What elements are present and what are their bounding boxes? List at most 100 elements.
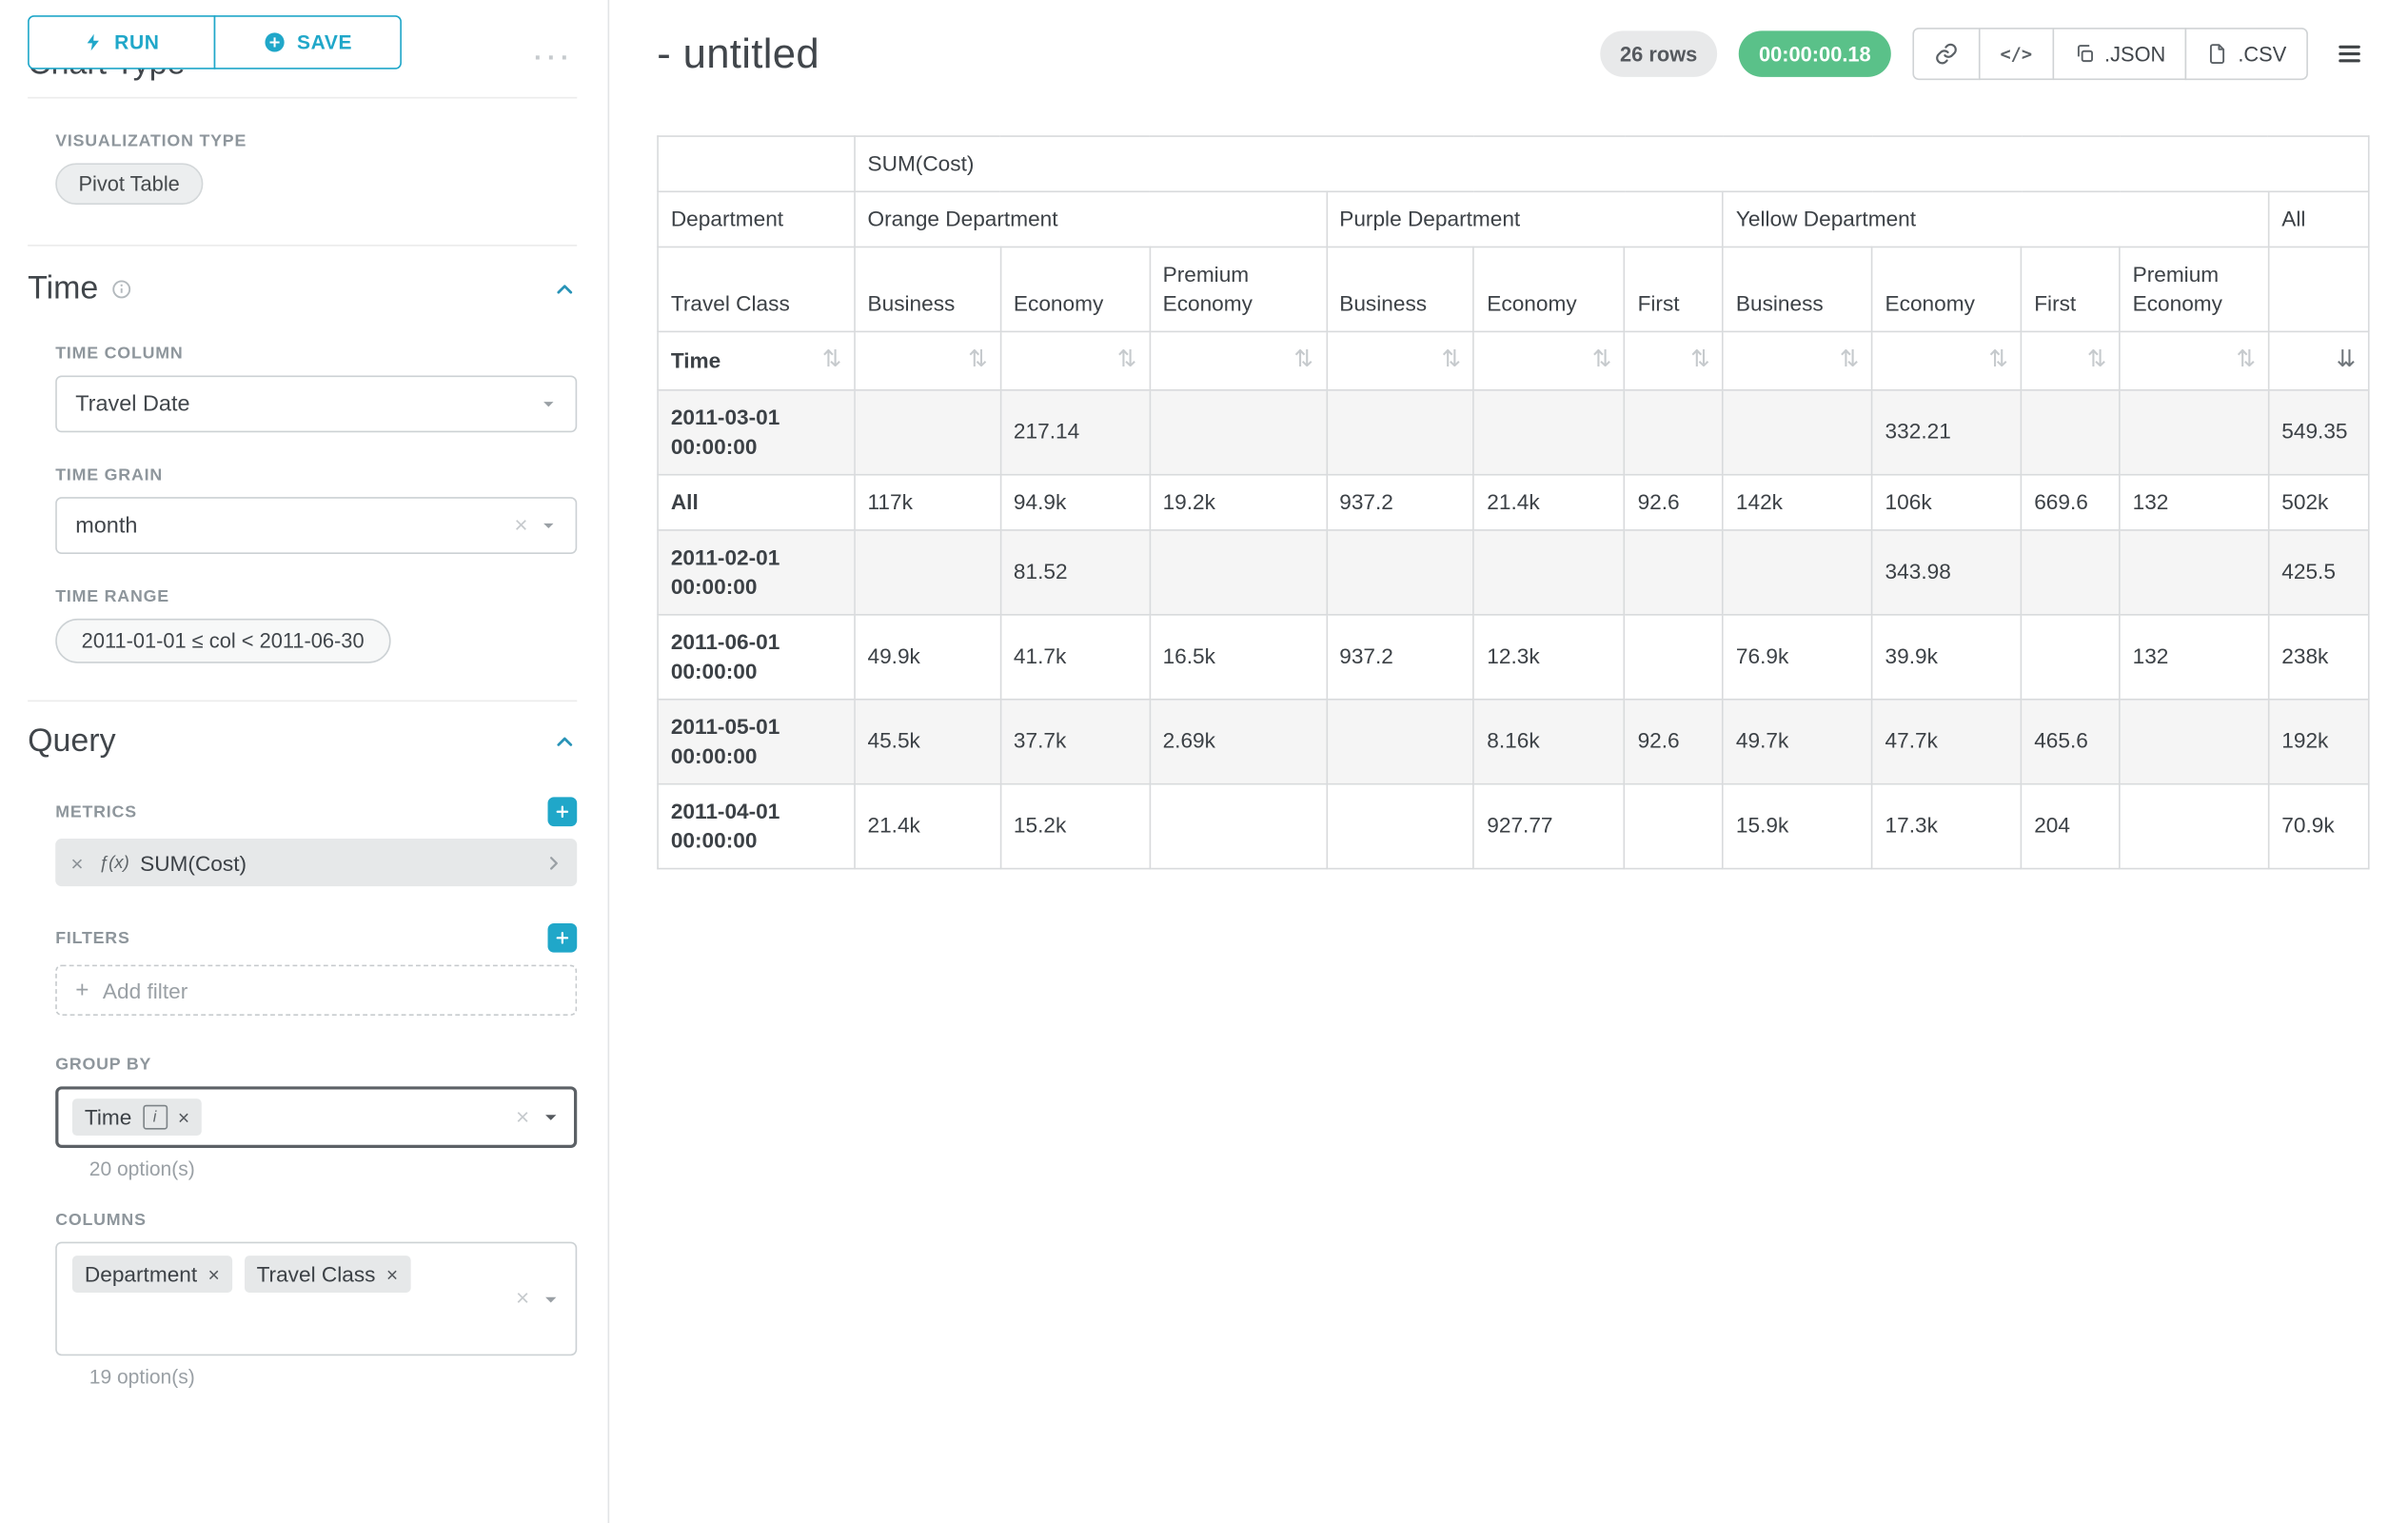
clear-icon[interactable]: × [516, 1286, 529, 1312]
sort-toggle-icon[interactable]: ⇅ [1293, 345, 1313, 376]
download-json-button[interactable]: .JSON [2052, 28, 2187, 80]
value-cell: 94.9k [1000, 474, 1150, 529]
value-cell: 12.3k [1474, 614, 1625, 699]
metric-chip[interactable]: × ƒ(x) SUM(Cost) [55, 839, 577, 886]
sort-toggle-icon[interactable]: ⇅ [1117, 345, 1136, 376]
add-filter-button[interactable]: + Add filter [55, 965, 577, 1016]
time-range-value[interactable]: 2011-01-01 ≤ col < 2011-06-30 [55, 619, 390, 663]
visualization-type-value[interactable]: Pivot Table [55, 163, 203, 205]
chart-header: - untitled 26 rows 00:00:00.18 </> [657, 25, 2369, 83]
column-leaf-header: Economy [1872, 247, 2022, 332]
collapse-chevron-icon[interactable] [552, 729, 577, 754]
selected-option-chip[interactable]: Travel Class × [245, 1256, 410, 1293]
save-button[interactable]: SAVE [214, 15, 402, 69]
menu-button[interactable] [2330, 37, 2370, 71]
value-cell: 41.7k [1000, 614, 1150, 699]
chart-area: - untitled 26 rows 00:00:00.18 </> [609, 0, 2408, 1523]
chart-title[interactable]: - untitled [657, 30, 819, 78]
group-by-options-hint: 20 option(s) [89, 1157, 577, 1180]
value-cell: 425.5 [2269, 529, 2369, 614]
clear-icon[interactable]: × [514, 512, 527, 538]
columns-options-hint: 19 option(s) [89, 1365, 577, 1388]
sort-toggle-icon[interactable]: ⇅ [1988, 345, 2007, 376]
chip-label: Travel Class [257, 1262, 376, 1287]
column-leaf-header: Premium Economy [1150, 247, 1327, 332]
value-cell: 937.2 [1327, 614, 1474, 699]
row-header: All [658, 474, 855, 529]
sort-toggle-icon[interactable]: ⇅ [2087, 345, 2106, 376]
column-leaf-header: Economy [1474, 247, 1625, 332]
value-cell [855, 389, 1000, 474]
sort-toggle-icon[interactable]: ⇅ [1840, 345, 1859, 376]
value-cell: 669.6 [2021, 474, 2119, 529]
value-cell: 142k [1723, 474, 1872, 529]
query-section-title: Query [28, 723, 115, 761]
query-section-header: Query [28, 723, 577, 761]
value-cell: 465.6 [2021, 699, 2119, 783]
time-column-select[interactable]: Travel Date [55, 375, 577, 432]
download-csv-button[interactable]: .CSV [2185, 28, 2308, 80]
chevron-down-icon [542, 1108, 560, 1126]
value-cell [1625, 614, 1723, 699]
chevron-down-icon [540, 517, 557, 534]
run-save-button-group: RUN SAVE [28, 15, 402, 69]
sort-header-cell: ⇊ [2269, 332, 2369, 389]
value-cell: 117k [855, 474, 1000, 529]
copy-link-button[interactable] [1912, 28, 1980, 80]
selected-option-chip[interactable]: Timei× [72, 1098, 202, 1136]
app-window: Chart Type RUN SAVE ··· VISUALIZATION TY… [0, 0, 2408, 1523]
sort-header-cell: ⇅ [2120, 332, 2269, 389]
value-cell: 17.3k [1872, 783, 2022, 868]
columns-select[interactable]: Department× Travel Class × × [55, 1242, 577, 1356]
selected-option-chip[interactable]: Department× [72, 1256, 232, 1293]
remove-chip-icon[interactable]: × [386, 1262, 398, 1285]
sort-header-cell: ⇅ [2021, 332, 2119, 389]
run-button[interactable]: RUN [28, 15, 215, 69]
sort-toggle-icon[interactable]: ⇅ [1592, 345, 1611, 376]
add-filter-plus-button[interactable] [548, 923, 578, 953]
export-button-group: </> .JSON .CSV [1912, 28, 2308, 80]
value-cell: 132 [2120, 614, 2269, 699]
time-grain-select[interactable]: month × [55, 497, 577, 554]
clear-icon[interactable]: × [516, 1104, 529, 1130]
value-cell: 15.9k [1723, 783, 1872, 868]
value-cell: 19.2k [1150, 474, 1327, 529]
collapse-chevron-icon[interactable] [552, 277, 577, 302]
group-by-chips: Timei× [72, 1098, 516, 1136]
info-icon: i [143, 1105, 168, 1130]
row-header: 2011-06-01 00:00:00 [658, 614, 855, 699]
code-icon: </> [2000, 43, 2032, 65]
chevron-right-icon[interactable] [543, 852, 565, 874]
sort-toggle-icon[interactable]: ⇊ [2337, 345, 2356, 376]
value-cell [1474, 389, 1625, 474]
sort-toggle-icon[interactable]: ⇅ [1690, 345, 1709, 376]
value-cell [1625, 529, 1723, 614]
column-leaf-header [2269, 247, 2369, 332]
value-cell: 204 [2021, 783, 2119, 868]
column-group-header: Orange Department [855, 191, 1327, 247]
time-grain-label: TIME GRAIN [55, 466, 577, 485]
lightning-icon [84, 30, 104, 53]
sort-toggle-icon[interactable]: ⇅ [968, 345, 987, 376]
visualization-type-label: VISUALIZATION TYPE [55, 132, 577, 150]
remove-metric-icon[interactable]: × [70, 850, 83, 875]
value-cell: 49.7k [1723, 699, 1872, 783]
add-metric-button[interactable] [548, 797, 578, 826]
embed-code-button[interactable]: </> [1979, 28, 2054, 80]
column-group-header: All [2269, 191, 2369, 247]
column-leaf-header: Business [1327, 247, 1474, 332]
value-cell: 502k [2269, 474, 2369, 529]
plus-circle-icon [263, 30, 286, 53]
sort-toggle-icon[interactable]: ⇅ [1441, 345, 1460, 376]
value-cell [855, 529, 1000, 614]
remove-chip-icon[interactable]: × [207, 1262, 219, 1285]
sort-toggle-icon[interactable]: ⇅ [2236, 345, 2255, 376]
remove-chip-icon[interactable]: × [178, 1106, 189, 1129]
sort-toggle-icon[interactable]: ⇅ [822, 345, 841, 376]
row-header: 2011-05-01 00:00:00 [658, 699, 855, 783]
value-cell: 16.5k [1150, 614, 1327, 699]
columns-chips: Department× Travel Class × [72, 1256, 560, 1293]
section-divider [28, 701, 577, 702]
value-cell: 21.4k [1474, 474, 1625, 529]
group-by-select[interactable]: Timei× × [55, 1086, 577, 1148]
